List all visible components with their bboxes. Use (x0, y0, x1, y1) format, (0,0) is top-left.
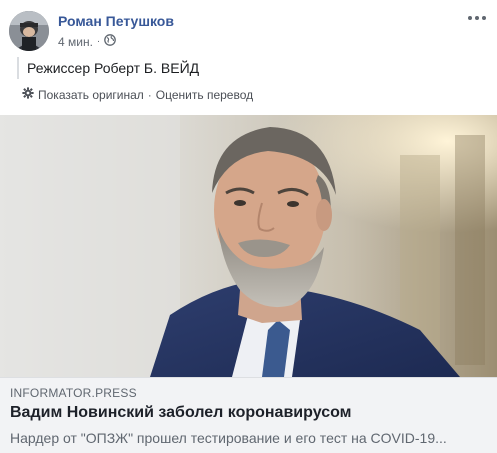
author-avatar[interactable] (9, 11, 49, 51)
translated-text-block: Режиссер Роберт Б. ВЕЙД (17, 57, 199, 79)
more-horizontal-icon (468, 16, 472, 20)
translation-separator: · (147, 87, 152, 102)
post-meta: 4 мин. · (58, 34, 117, 49)
more-dot (475, 16, 479, 20)
link-domain: INFORMATOR.PRESS (10, 386, 137, 400)
gear-icon[interactable] (22, 87, 34, 102)
link-preview-image[interactable] (0, 115, 497, 377)
more-options-button[interactable] (467, 10, 487, 26)
link-preview-caption[interactable]: INFORMATOR.PRESS Вадим Новинский заболел… (0, 377, 497, 453)
translation-bar: Показать оригинал · Оценить перевод (22, 87, 253, 102)
globe-icon[interactable] (104, 34, 117, 49)
link-description: Нардер от "ОПЗЖ" прошел тестирование и е… (10, 430, 447, 446)
meta-separator: · (96, 36, 101, 47)
post-timestamp[interactable]: 4 мин. (58, 35, 93, 49)
author-name[interactable]: Роман Петушков (58, 13, 174, 29)
translated-text: Режиссер Роберт Б. ВЕЙД (27, 60, 200, 76)
show-original-link[interactable]: Показать оригинал (38, 88, 144, 102)
link-title[interactable]: Вадим Новинский заболел коронавирусом (10, 404, 351, 422)
rate-translation-link[interactable]: Оценить перевод (156, 88, 253, 102)
link-preview-card[interactable]: INFORMATOR.PRESS Вадим Новинский заболел… (0, 115, 497, 453)
feed-post: Роман Петушков 4 мин. · Режиссер Роберт … (0, 0, 497, 453)
more-dot (482, 16, 486, 20)
